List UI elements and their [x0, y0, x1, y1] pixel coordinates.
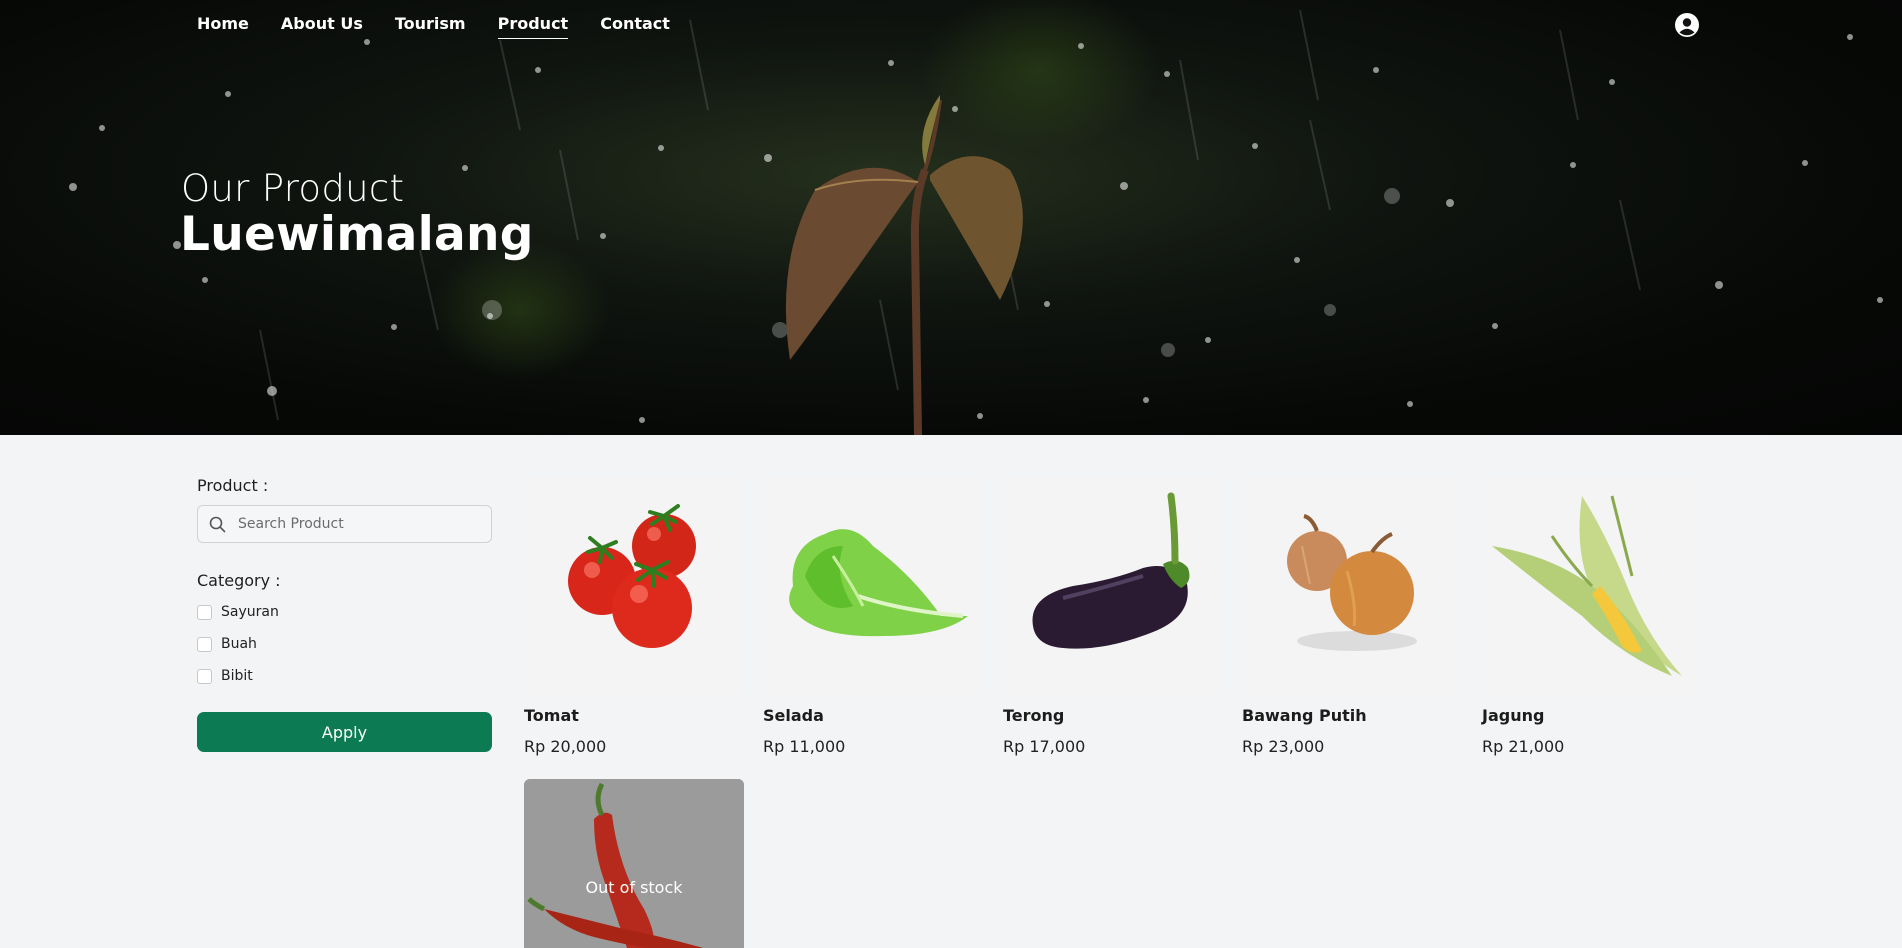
product-filter-label: Product : [197, 476, 269, 495]
nav-home[interactable]: Home [197, 14, 249, 39]
product-name: Terong [1003, 706, 1065, 725]
category-option-bibit[interactable]: Bibit [197, 666, 492, 686]
out-of-stock-label: Out of stock [585, 878, 683, 897]
product-image[interactable] [1482, 476, 1702, 696]
product-image[interactable] [763, 476, 983, 696]
category-option-label: Sayuran [221, 604, 279, 620]
nav-contact[interactable]: Contact [600, 14, 670, 39]
nav-about-us[interactable]: About Us [281, 14, 363, 39]
main-nav: Home About Us Tourism Product Contact [197, 14, 702, 39]
category-filter-label: Category : [197, 571, 281, 590]
product-price: Rp 20,000 [524, 737, 607, 756]
corn-image [1492, 495, 1682, 676]
product-name: Tomat [524, 706, 579, 725]
hero-subtitle: Our Product [181, 167, 405, 210]
product-card-out-of-stock[interactable]: Out of stock [524, 779, 744, 948]
product-image[interactable] [1003, 476, 1223, 696]
checkbox[interactable] [197, 636, 212, 652]
product-name: Bawang Putih [1242, 706, 1367, 725]
onion-image [1287, 514, 1417, 651]
nav-tourism[interactable]: Tourism [395, 14, 466, 39]
product-image[interactable] [524, 476, 744, 696]
category-option-label: Bibit [221, 668, 253, 684]
product-price: Rp 11,000 [763, 737, 846, 756]
user-circle-icon[interactable] [1675, 13, 1699, 37]
product-card-terong[interactable]: Terong Rp 17,000 [1003, 476, 1223, 756]
product-card-selada[interactable]: Selada Rp 11,000 [763, 476, 983, 756]
category-option-sayuran[interactable]: Sayuran [197, 602, 492, 622]
product-image[interactable] [1242, 476, 1462, 696]
product-name: Jagung [1482, 706, 1545, 725]
search-icon [209, 516, 226, 533]
checkbox[interactable] [197, 668, 212, 684]
product-price: Rp 21,000 [1482, 737, 1565, 756]
filter-sidebar: Product : Category : Sayuran Buah Bibit … [197, 476, 492, 752]
product-card-bawang-putih[interactable]: Bawang Putih Rp 23,000 [1242, 476, 1462, 756]
search-input[interactable] [238, 506, 478, 542]
product-price: Rp 17,000 [1003, 737, 1086, 756]
eggplant-image [1032, 492, 1190, 649]
lettuce-image [789, 529, 968, 637]
product-card-tomat[interactable]: Tomat Rp 20,000 [524, 476, 744, 756]
apply-button[interactable]: Apply [197, 712, 492, 752]
category-option-label: Buah [221, 636, 257, 652]
category-option-buah[interactable]: Buah [197, 634, 492, 654]
product-card-jagung[interactable]: Jagung Rp 21,000 [1482, 476, 1702, 756]
chili-image [524, 779, 744, 948]
hero-title: Luewimalang [180, 207, 534, 262]
tomato-image [568, 504, 696, 648]
hero-banner: Home About Us Tourism Product Contact Ou… [0, 0, 1902, 435]
product-name: Selada [763, 706, 824, 725]
product-price: Rp 23,000 [1242, 737, 1325, 756]
checkbox[interactable] [197, 604, 212, 620]
nav-product[interactable]: Product [497, 14, 569, 39]
search-box [197, 505, 492, 543]
